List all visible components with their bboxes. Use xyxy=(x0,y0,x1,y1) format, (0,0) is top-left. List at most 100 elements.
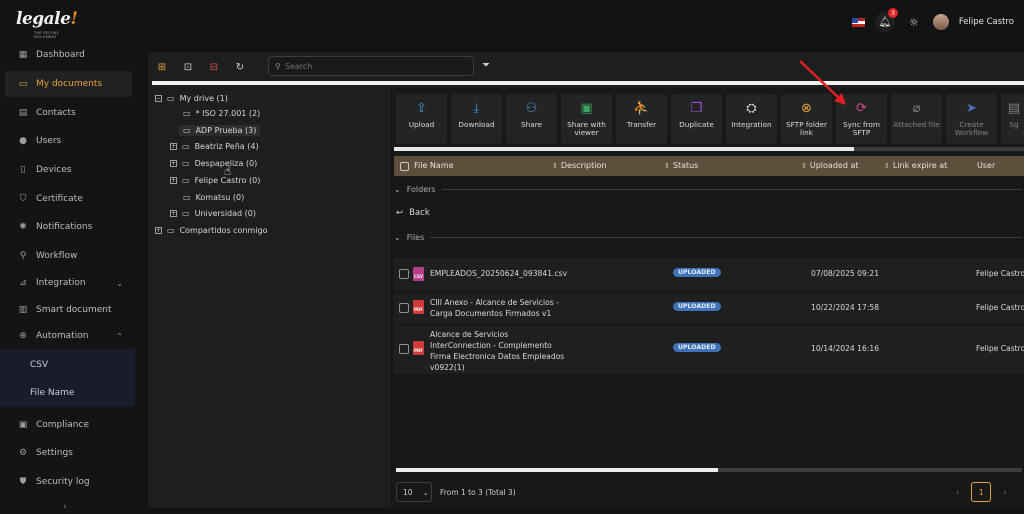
theme-toggle-icon[interactable]: ☼ xyxy=(905,13,923,31)
share-viewer-icon: ▣ xyxy=(580,101,593,116)
sidebar-item-compliance[interactable]: ▣ Compliance xyxy=(5,412,132,438)
column-status[interactable]: ⇕ Status xyxy=(664,161,698,170)
integration-button[interactable]: ⛭ Integration xyxy=(726,94,777,144)
table-row[interactable]: CSV EMPLEADOS_20250624_093841.csv UPLOAD… xyxy=(394,258,1024,290)
column-user[interactable]: User xyxy=(977,161,995,170)
sidebar-item-smart-document[interactable]: ▥ Smart document xyxy=(5,297,132,323)
select-all-checkbox[interactable] xyxy=(400,161,409,171)
sidebar-item-certificate[interactable]: ⛉ Certificate xyxy=(5,186,132,212)
duplicate-button[interactable]: ❐ Duplicate xyxy=(671,94,722,144)
tree-node-adp-prueba[interactable]: ▭ ADP Prueba (3) xyxy=(179,125,261,136)
file-name[interactable]: EMPLEADOS_20250624_093841.csv xyxy=(430,268,567,279)
transfer-button[interactable]: ⛹ Transfer xyxy=(616,94,667,144)
tree-node-komatsu[interactable]: ▭ Komatsu (0) xyxy=(183,193,244,202)
folders-section-header[interactable]: ⌄ Folders xyxy=(394,185,1022,194)
notifications-button[interactable]: 🔔︎ 3 xyxy=(874,8,898,32)
file-name[interactable]: Alcance de Servicios InterConnection - C… xyxy=(430,329,564,373)
collapse-sidebar-icon[interactable]: ‹ xyxy=(63,502,67,512)
expand-toggle-icon[interactable]: + xyxy=(170,210,177,217)
folder-icon: ▭ xyxy=(167,94,175,103)
scrollbar-thumb[interactable] xyxy=(396,468,718,472)
move-folder-icon[interactable]: ⊡ xyxy=(181,60,195,74)
sidebar-item-settings[interactable]: ⚙ Settings xyxy=(5,440,132,466)
sidebar-item-workflow[interactable]: ⚲ Workflow xyxy=(5,243,132,269)
row-checkbox[interactable] xyxy=(399,344,409,354)
create-workflow-button[interactable]: ➤ Create Workflow xyxy=(946,94,997,144)
tree-node-iso[interactable]: ▭ * ISO 27.001 (2) xyxy=(183,109,260,118)
paperclip-icon: ⌀ xyxy=(912,101,921,116)
share-button[interactable]: ⚇ Share xyxy=(506,94,557,144)
sign-button[interactable]: ▤ Sg xyxy=(1001,94,1024,144)
filter-icon[interactable]: ⏷ xyxy=(482,60,490,71)
column-uploaded-at[interactable]: ⇕ Uploaded at xyxy=(801,161,859,170)
row-checkbox[interactable] xyxy=(399,303,409,313)
folder-icon: ▭ xyxy=(182,176,190,185)
sidebar-item-contacts[interactable]: ▤ Contacts xyxy=(5,100,132,126)
tree-root-my-drive[interactable]: − ▭ My drive (1) xyxy=(155,94,228,103)
row-user: Felipe Castro xyxy=(976,344,1024,353)
automation-icon: ⊕ xyxy=(19,331,27,341)
sidebar-subitem-csv[interactable]: CSV xyxy=(30,360,48,370)
back-button[interactable]: ↩ Back xyxy=(396,208,430,218)
page-size-select[interactable]: 10 ⌄ xyxy=(396,482,432,502)
folder-icon: ▭ xyxy=(182,159,190,168)
sidebar-item-devices[interactable]: ▯ Devices xyxy=(5,157,132,183)
attached-file-button[interactable]: ⌀ Attached file xyxy=(891,94,942,144)
username[interactable]: Felipe Castro xyxy=(959,17,1014,27)
sidebar-item-my-documents[interactable]: ▭ My documents xyxy=(5,71,132,97)
sidebar-item-dashboard[interactable]: ▦ Dashboard xyxy=(5,42,132,68)
folder-icon: ▭ xyxy=(182,209,190,218)
table-row[interactable]: PDF CIII Anexo - Alcance de Servicios - … xyxy=(394,293,1024,324)
next-page-icon[interactable]: › xyxy=(1003,488,1006,497)
sidebar-item-notifications[interactable]: ✺ Notifications xyxy=(5,214,132,240)
sidebar-item-automation[interactable]: ⊕ Automation ⌃ xyxy=(5,323,132,349)
download-button[interactable]: ⤓ Download xyxy=(451,94,502,144)
sftp-folder-link-button[interactable]: ⊗ SFTP folder link xyxy=(781,94,832,144)
tree-node-despapeliza[interactable]: + ▭ Despapeliza (0) xyxy=(170,159,257,168)
chevron-down-icon: ⌄ xyxy=(116,278,123,288)
share-user-icon: ⚇ xyxy=(525,101,538,116)
sidebar-item-integration[interactable]: ⊿ Integration ⌄ xyxy=(5,270,132,296)
sidebar-item-users[interactable]: ● Users xyxy=(5,128,132,154)
expand-toggle-icon[interactable]: + xyxy=(170,143,177,150)
prev-page-icon[interactable]: ‹ xyxy=(956,488,959,497)
expand-toggle-icon[interactable]: + xyxy=(155,227,162,234)
file-name[interactable]: CIII Anexo - Alcance de Servicios - Carg… xyxy=(430,297,559,319)
contact-card-icon: ▤ xyxy=(18,108,28,118)
grid-icon: ▦ xyxy=(18,50,28,60)
row-checkbox[interactable] xyxy=(399,269,409,279)
search-input[interactable] xyxy=(284,61,455,71)
sidebar-item-security-log[interactable]: ⛊ Security log xyxy=(5,469,132,495)
action-toolbar-scrollbar[interactable] xyxy=(394,147,1024,151)
table-row[interactable]: PDF Alcance de Servicios InterConnection… xyxy=(394,326,1024,374)
table-horizontal-scrollbar[interactable] xyxy=(396,468,1022,472)
sync-from-sftp-button[interactable]: ⟳ Sync from SFTP xyxy=(836,94,887,144)
download-icon: ⤓ xyxy=(473,101,480,116)
tree-node-felipe[interactable]: + ▭ Felipe Castro (0) xyxy=(170,176,260,185)
tree-node-universidad[interactable]: + ▭ Universidad (0) xyxy=(170,209,256,218)
tree-node-beatriz[interactable]: + ▭ Beatriz Peña (4) xyxy=(170,142,259,151)
column-link-expire-at[interactable]: ⇕ Link expire at xyxy=(884,161,947,170)
collapse-toggle-icon[interactable]: − xyxy=(155,95,162,102)
avatar[interactable] xyxy=(932,14,949,30)
new-folder-icon[interactable]: ⊞ xyxy=(155,60,169,74)
files-section-header[interactable]: ⌄ Files xyxy=(394,233,1022,242)
upload-button[interactable]: ⇪ Upload xyxy=(396,94,447,144)
delete-folder-icon[interactable]: ⊟ xyxy=(207,60,221,74)
user-icon: ● xyxy=(19,136,27,146)
column-file-name[interactable]: File Name xyxy=(414,161,454,170)
uploaded-at: 10/14/2024 16:16 xyxy=(811,344,880,353)
scrollbar-thumb[interactable] xyxy=(394,147,854,151)
duplicate-icon: ❐ xyxy=(690,101,703,116)
us-flag-icon[interactable] xyxy=(851,17,865,27)
sidebar-subitem-file-name[interactable]: File Name xyxy=(30,388,74,398)
expand-toggle-icon[interactable]: + xyxy=(170,160,177,167)
app-logo[interactable]: legale! THE SECURE DOCUMENT xyxy=(16,9,80,39)
page-button-1[interactable]: 1 xyxy=(971,482,992,502)
status-badge: UPLOADED xyxy=(673,302,721,311)
tree-node-shared[interactable]: + ▭ Compartidos conmigo xyxy=(155,226,268,235)
refresh-icon[interactable]: ↻ xyxy=(233,60,247,74)
expand-toggle-icon[interactable]: + xyxy=(170,177,177,184)
column-description[interactable]: ⇕ Description xyxy=(552,161,606,170)
share-with-viewer-button[interactable]: ▣ Share with viewer xyxy=(561,94,612,144)
